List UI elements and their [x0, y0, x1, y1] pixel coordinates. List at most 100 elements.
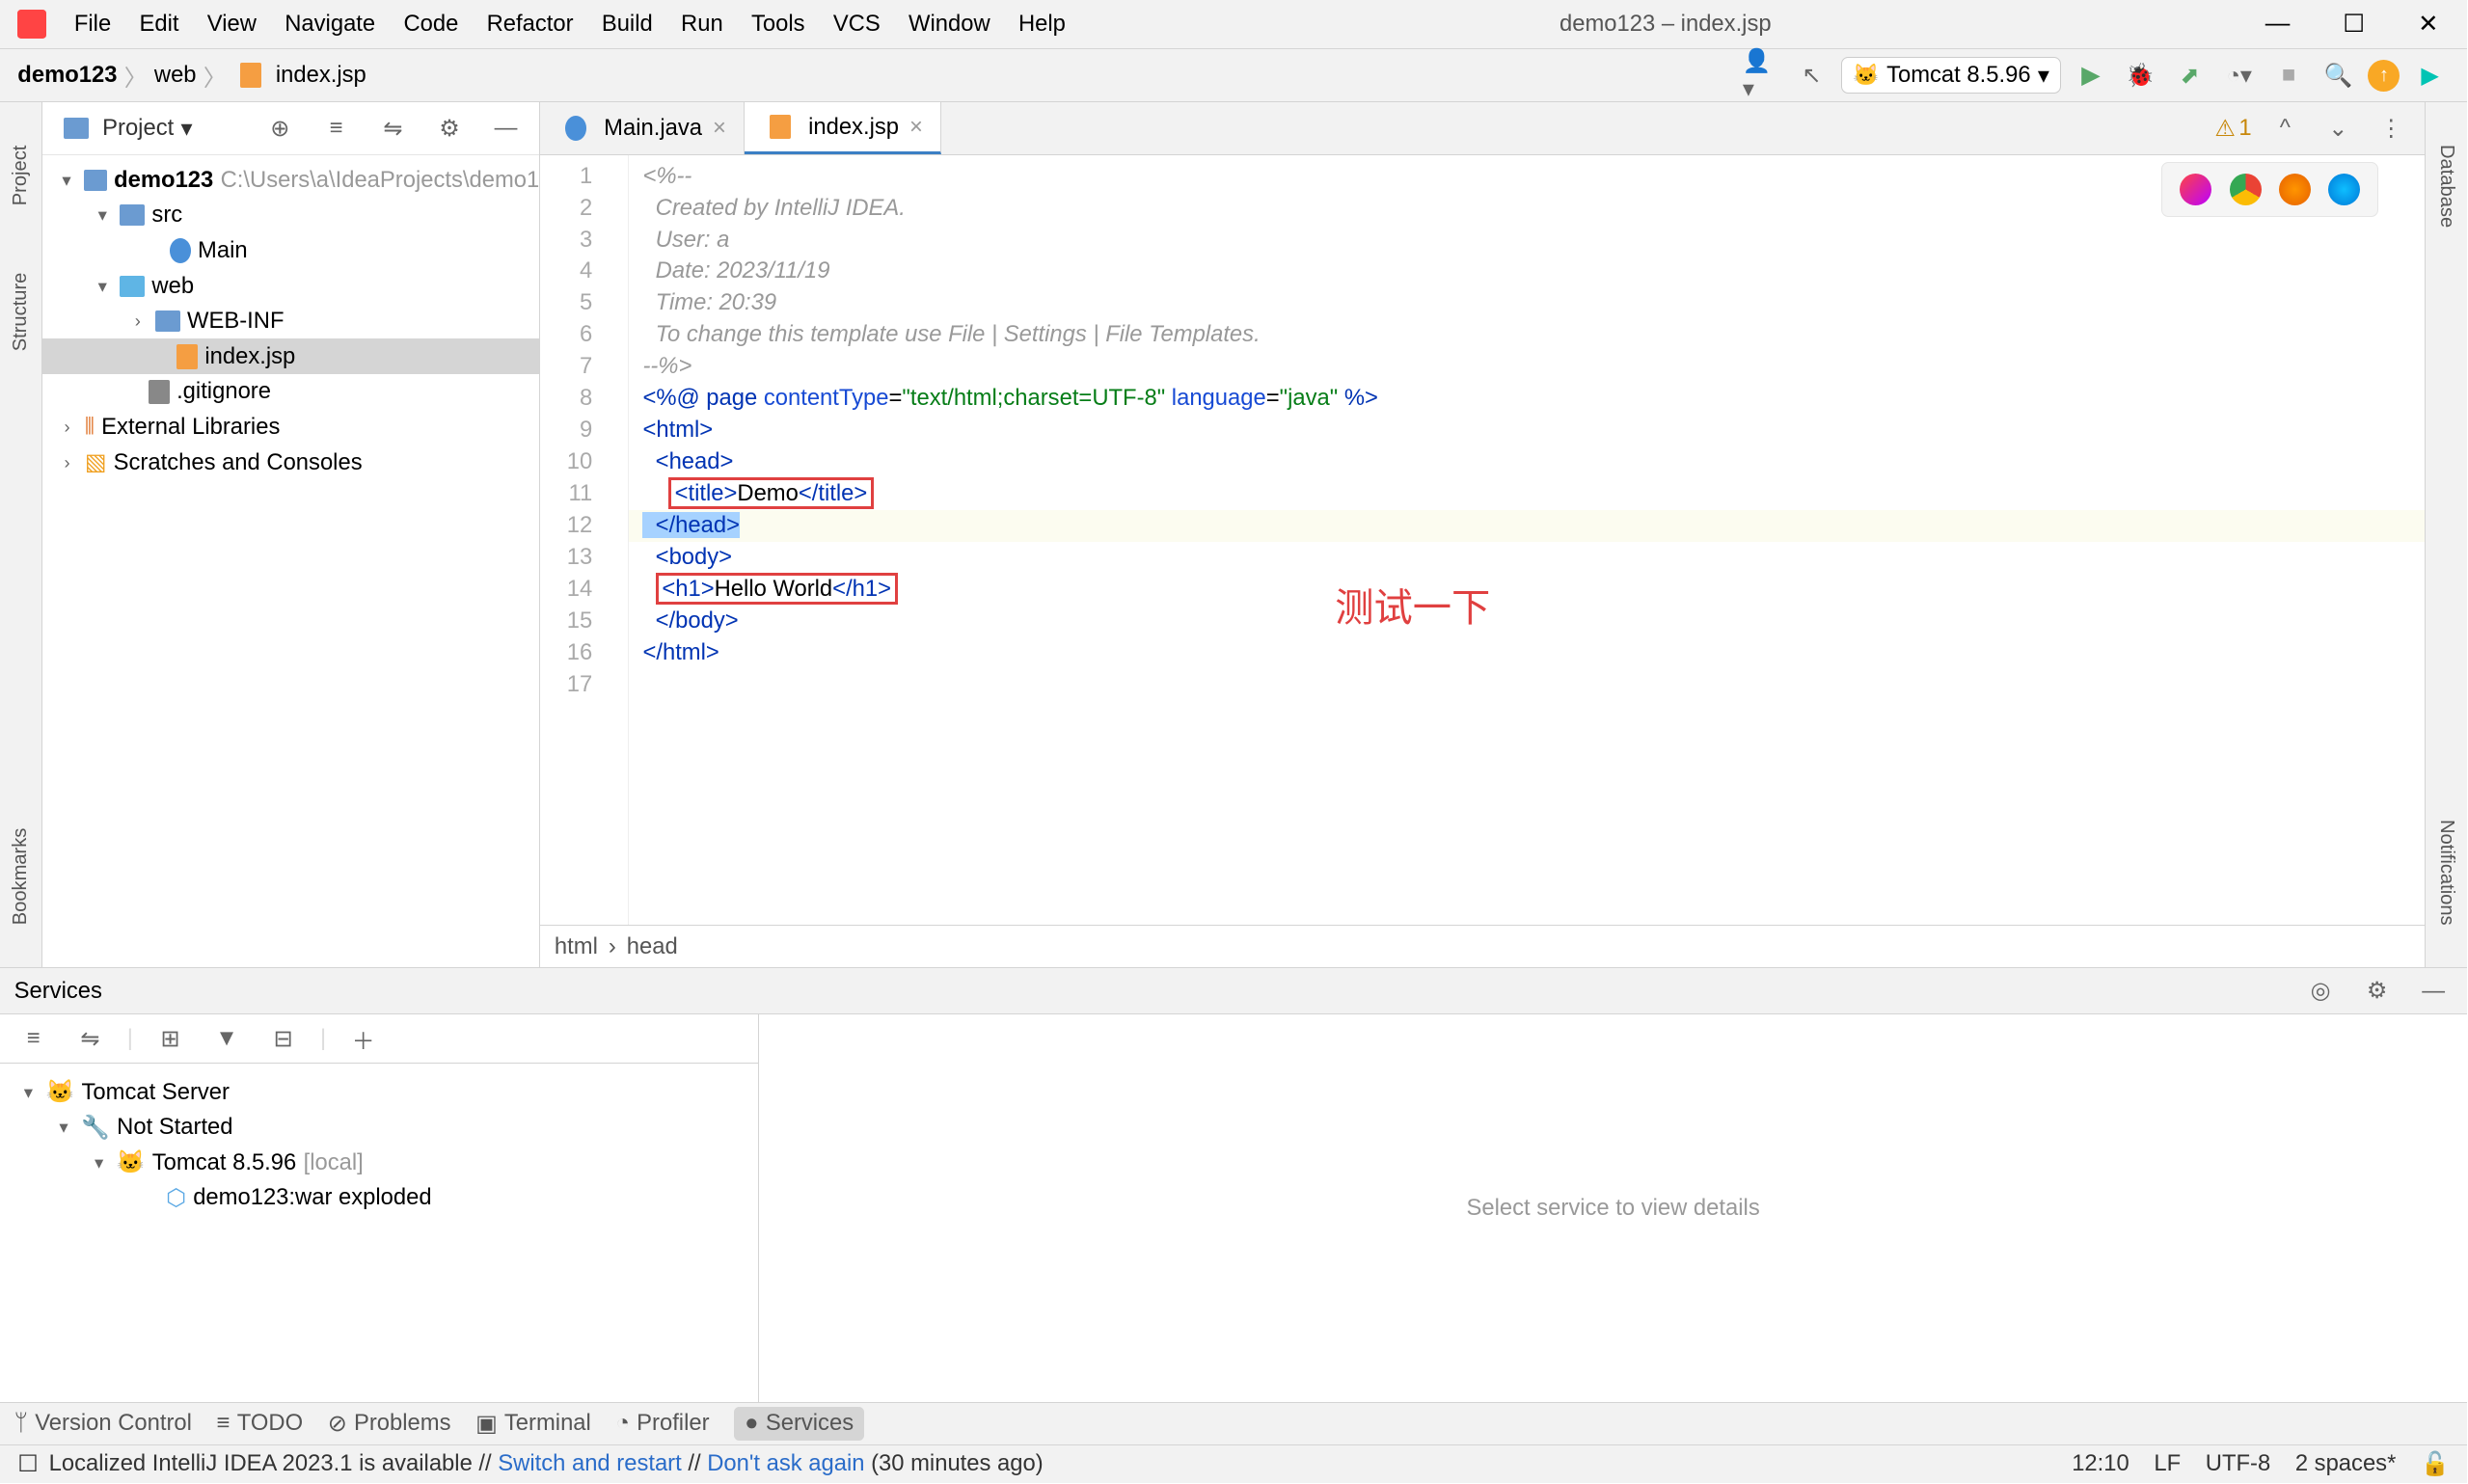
select-opened-icon[interactable]: ⊕ — [260, 109, 299, 148]
browser-icons — [2161, 162, 2378, 217]
chrome-icon[interactable] — [2230, 174, 2262, 205]
close-button[interactable]: ✕ — [2407, 10, 2449, 39]
menu-view[interactable]: View — [197, 7, 267, 40]
crumb-html[interactable]: html — [555, 933, 598, 960]
switch-restart-link[interactable]: Switch and restart — [498, 1450, 681, 1476]
view-icon[interactable]: ⊟ — [263, 1019, 302, 1058]
more-icon[interactable]: ⋮ — [2372, 109, 2410, 148]
update-icon[interactable]: ↑ — [2368, 60, 2400, 92]
search-icon[interactable]: 🔍 — [2319, 56, 2357, 94]
menu-edit[interactable]: Edit — [129, 7, 190, 40]
status-encoding[interactable]: UTF-8 — [2206, 1450, 2270, 1478]
services-not-started[interactable]: ▾🔧Not Started — [0, 1110, 758, 1146]
hide-panel-icon[interactable]: — — [486, 109, 525, 148]
run-button[interactable]: ▶ — [2072, 56, 2110, 94]
menu-refactor[interactable]: Refactor — [476, 7, 584, 40]
tree-webinf[interactable]: ›WEB-INF — [42, 304, 539, 339]
tab-index-jsp[interactable]: index.jsp× — [745, 102, 941, 154]
status-indent[interactable]: 2 spaces* — [2295, 1450, 2397, 1478]
tool-problems[interactable]: ⊘Problems — [328, 1410, 451, 1438]
rail-notifications[interactable]: Notifications — [2435, 813, 2457, 932]
debug-button[interactable]: 🐞 — [2121, 56, 2159, 94]
warnings-indicator[interactable]: ⚠ 1 — [2214, 115, 2251, 143]
menu-file[interactable]: File — [64, 7, 122, 40]
hide-services-icon[interactable]: — — [2414, 972, 2453, 1011]
tab-main-java[interactable]: Main.java× — [540, 102, 745, 154]
menu-build[interactable]: Build — [591, 7, 664, 40]
tree-indexjsp[interactable]: index.jsp — [42, 338, 539, 374]
tool-terminal[interactable]: ▣Terminal — [475, 1410, 591, 1438]
rail-bookmarks[interactable]: Bookmarks — [10, 821, 32, 931]
dont-ask-link[interactable]: Don't ask again — [707, 1450, 864, 1476]
close-icon[interactable]: × — [713, 115, 726, 142]
status-line-sep[interactable]: LF — [2154, 1450, 2181, 1478]
tool-version-control[interactable]: ᛘVersion Control — [14, 1410, 192, 1437]
menu-help[interactable]: Help — [1008, 7, 1076, 40]
run-config-selector[interactable]: 🐱 Tomcat 8.5.96 ▾ — [1841, 57, 2060, 94]
stop-button[interactable]: ■ — [2269, 56, 2308, 94]
tree-src[interactable]: ▾src — [42, 198, 539, 233]
status-lock-icon[interactable]: 🔓 — [2421, 1450, 2450, 1478]
tool-todo[interactable]: ≡TODO — [217, 1410, 304, 1437]
menu-tools[interactable]: Tools — [741, 7, 816, 40]
rail-structure[interactable]: Structure — [10, 265, 32, 358]
annotation-text: 测试一下 — [1335, 576, 1490, 633]
coverage-button[interactable]: ⬈ — [2170, 56, 2209, 94]
code-editor[interactable]: <%-- Created by IntelliJ IDEA. User: a D… — [629, 155, 2425, 925]
expand-icon[interactable]: ≡ — [14, 1019, 53, 1058]
project-panel: Project ▾ ⊕ ≡ ⇋ ⚙ — ▾demo123C:\Users\a\I… — [42, 102, 540, 967]
next-highlight-icon[interactable]: ⌄ — [2319, 109, 2357, 148]
services-tomcat-server[interactable]: ▾🐱Tomcat Server — [0, 1074, 758, 1110]
rail-database[interactable]: Database — [2435, 138, 2457, 235]
menu-bar: File Edit View Navigate Code Refactor Bu… — [64, 7, 1076, 40]
profile-button[interactable]: ◔▾ — [2220, 56, 2259, 94]
left-rail: Project Structure Bookmarks — [0, 102, 42, 967]
settings-icon[interactable]: ⚙ — [430, 109, 469, 148]
close-icon[interactable]: × — [909, 114, 923, 141]
filter-icon[interactable]: ▼ — [207, 1019, 246, 1058]
add-service-icon[interactable]: ＋ — [344, 1019, 383, 1058]
nav-bar: demo123 〉 web 〉 index.jsp 👤▾ ↖ 🐱 Tomcat … — [0, 49, 2467, 102]
prev-highlight-icon[interactable]: ^ — [2265, 109, 2304, 148]
gutter: 1234567891011121314151617 — [540, 155, 629, 925]
firefox-icon[interactable] — [2279, 174, 2311, 205]
target-icon[interactable]: ◎ — [2301, 972, 2340, 1011]
breadcrumb-file[interactable]: index.jsp — [276, 62, 366, 89]
expand-all-icon[interactable]: ≡ — [317, 109, 356, 148]
menu-vcs[interactable]: VCS — [823, 7, 891, 40]
chevron-down-icon: ▾ — [2038, 62, 2049, 90]
ide-settings-icon[interactable]: ▶ — [2410, 56, 2449, 94]
tree-scratches[interactable]: ›▧Scratches and Consoles — [42, 445, 539, 480]
rail-project[interactable]: Project — [10, 138, 32, 212]
services-artifact[interactable]: ⬡demo123:war exploded — [0, 1180, 758, 1216]
tree-gitignore[interactable]: .gitignore — [42, 374, 539, 410]
intellij-icon[interactable] — [2180, 174, 2211, 205]
breadcrumb-folder[interactable]: web — [154, 62, 197, 89]
tree-extlib[interactable]: ›⫴External Libraries — [42, 410, 539, 445]
tool-profiler[interactable]: ◔Profiler — [615, 1410, 709, 1437]
title-bar: File Edit View Navigate Code Refactor Bu… — [0, 0, 2467, 49]
status-position[interactable]: 12:10 — [2072, 1450, 2129, 1478]
menu-navigate[interactable]: Navigate — [274, 7, 386, 40]
minimize-button[interactable]: — — [2255, 10, 2301, 39]
tree-main[interactable]: Main — [42, 233, 539, 269]
menu-run[interactable]: Run — [670, 7, 734, 40]
services-panel: Services ◎ ⚙ — ≡ ⇋ | ⊞ ▼ ⊟ | ＋ ▾🐱Tomcat … — [0, 967, 2467, 1402]
tree-root[interactable]: ▾demo123C:\Users\a\IdeaProjects\demo1 — [42, 162, 539, 198]
tool-services[interactable]: ●Services — [734, 1407, 864, 1441]
tree-web[interactable]: ▾web — [42, 268, 539, 304]
gear-icon[interactable]: ⚙ — [2357, 972, 2396, 1011]
collapse-icon[interactable]: ⇋ — [70, 1019, 109, 1058]
maximize-button[interactable]: ☐ — [2332, 10, 2375, 39]
menu-window[interactable]: Window — [898, 7, 1001, 40]
project-panel-title[interactable]: Project ▾ — [57, 115, 193, 143]
breadcrumb-project[interactable]: demo123 — [17, 62, 117, 89]
group-icon[interactable]: ⊞ — [150, 1019, 189, 1058]
collapse-all-icon[interactable]: ⇋ — [373, 109, 412, 148]
crumb-head[interactable]: head — [627, 933, 678, 960]
menu-code[interactable]: Code — [393, 7, 469, 40]
user-icon[interactable]: 👤▾ — [1743, 56, 1781, 94]
edge-icon[interactable] — [2328, 174, 2360, 205]
services-tomcat-instance[interactable]: ▾🐱Tomcat 8.5.96 [local] — [0, 1145, 758, 1180]
back-arrow-icon[interactable]: ↖ — [1792, 56, 1831, 94]
